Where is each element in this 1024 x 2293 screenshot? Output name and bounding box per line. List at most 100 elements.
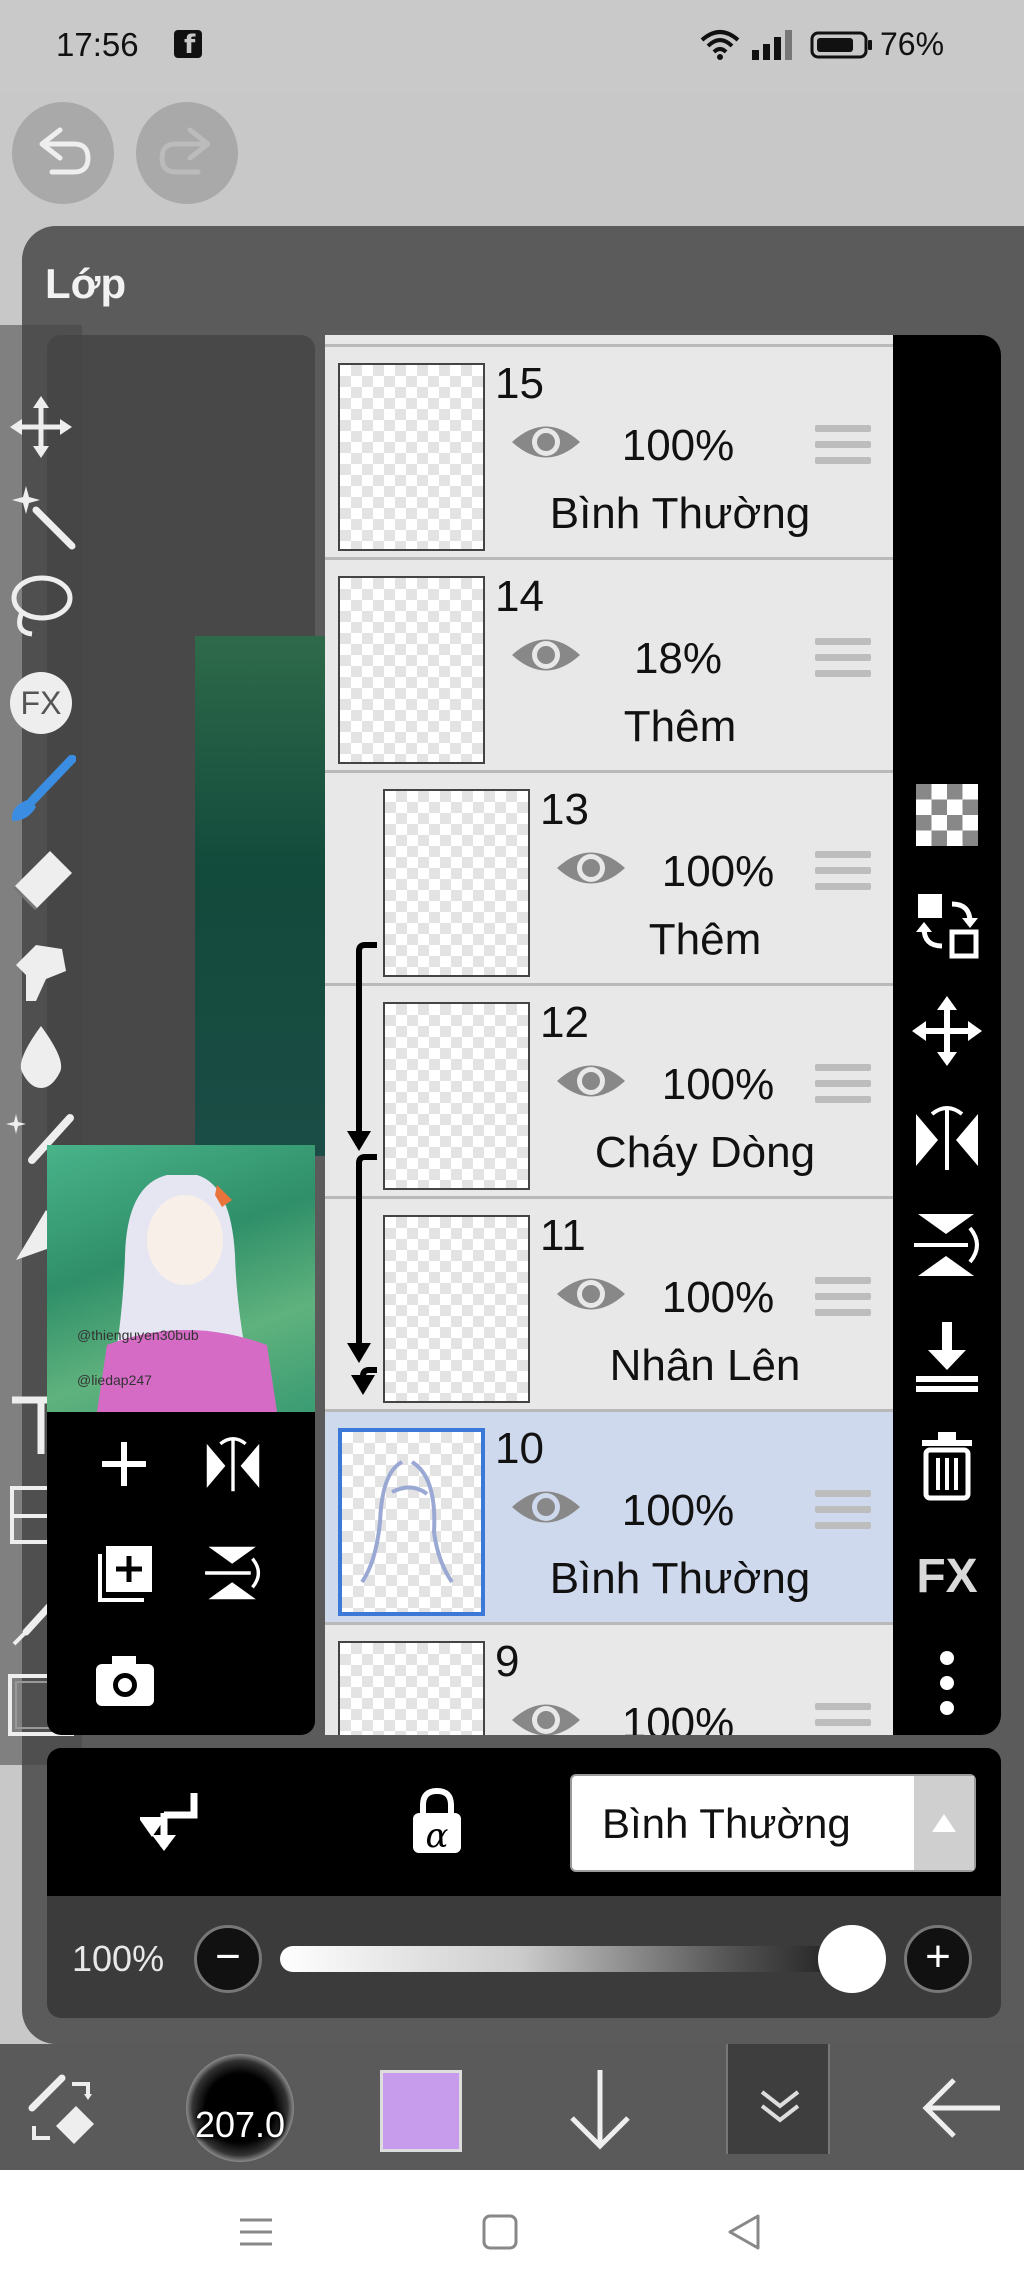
flip-vertical-icon[interactable] <box>908 1206 986 1284</box>
redo-button[interactable] <box>136 102 238 204</box>
layer-number: 10 <box>495 1424 544 1473</box>
drag-handle-icon[interactable] <box>815 425 871 465</box>
layer-number: 13 <box>540 785 589 834</box>
move-layer-icon[interactable] <box>908 992 986 1070</box>
visibility-eye-icon[interactable] <box>553 1056 629 1106</box>
layer-opacity: 100% <box>661 847 775 896</box>
layer-thumbnail <box>383 1002 530 1190</box>
drag-handle-icon[interactable] <box>815 851 871 891</box>
layer-row[interactable]: 14 18% Thêm <box>325 560 893 773</box>
visibility-eye-icon[interactable] <box>553 1269 629 1319</box>
undo-button[interactable] <box>12 102 114 204</box>
drag-handle-icon[interactable] <box>815 638 871 678</box>
layer-opacity: 100% <box>661 1060 775 1109</box>
layer-row[interactable]: 13 100% Thêm <box>325 773 893 986</box>
wifi-icon <box>700 28 740 60</box>
layer-row[interactable]: 9 100% <box>325 1625 893 1735</box>
smudge-tool-icon[interactable] <box>6 935 76 1005</box>
transparency-icon[interactable] <box>908 776 986 854</box>
back-icon[interactable] <box>724 2212 764 2252</box>
layer-fx-button[interactable]: FX <box>908 1536 986 1614</box>
blend-mode-value: Bình Thường <box>602 1800 851 1847</box>
triangle-up-icon <box>932 1814 956 1832</box>
home-icon[interactable] <box>480 2212 520 2252</box>
visibility-eye-icon[interactable] <box>508 1695 584 1735</box>
alpha-lock-button[interactable]: α <box>405 1785 469 1855</box>
opacity-decrease-button[interactable]: − <box>194 1925 262 1993</box>
flip-layer-button[interactable] <box>200 1432 266 1498</box>
add-layer-button[interactable] <box>92 1432 156 1496</box>
move-tool-icon[interactable] <box>6 392 76 462</box>
opacity-increase-button[interactable]: + <box>904 1925 972 1993</box>
opacity-slider[interactable] <box>280 1946 876 1972</box>
opacity-slider-handle[interactable] <box>818 1925 886 1993</box>
brush-size-value: 207.0 <box>194 2104 286 2145</box>
svg-text:@thienguyen30bub: @thienguyen30bub <box>77 1327 199 1343</box>
camera-icon <box>96 1656 154 1706</box>
collapse-button[interactable] <box>726 2044 830 2154</box>
layer-opacity: 100% <box>621 1699 735 1735</box>
more-icon[interactable] <box>908 1644 986 1722</box>
layer-blend-mode: Thêm <box>623 702 737 751</box>
layer-opacity: 18% <box>633 634 723 683</box>
battery-icon <box>810 31 874 59</box>
visibility-eye-icon[interactable] <box>553 843 629 893</box>
status-time: 17:56 <box>56 26 139 63</box>
layer-number: 9 <box>495 1637 520 1686</box>
layer-thumbnail <box>383 1215 530 1403</box>
layer-list[interactable]: 15 100% Bình Thường 14 18% Thêm 13 100% … <box>325 335 893 1735</box>
fx-tool-icon[interactable]: FX <box>6 668 76 738</box>
visibility-eye-icon[interactable] <box>508 1482 584 1532</box>
layer-row-selected[interactable]: 10 100% Bình Thường <box>325 1412 893 1625</box>
merge-down-icon[interactable] <box>908 1316 986 1394</box>
back-arrow-button[interactable] <box>916 2068 1006 2148</box>
layer-opacity: 100% <box>621 1486 735 1535</box>
arrow-down-icon <box>570 2070 630 2150</box>
magic-wand-icon[interactable] <box>6 480 76 550</box>
battery-percent: 76% <box>880 26 945 62</box>
svg-text:FX: FX <box>21 685 62 721</box>
lasso-icon[interactable] <box>6 570 76 640</box>
add-copy-icon <box>98 1546 152 1602</box>
visibility-eye-icon[interactable] <box>508 630 584 680</box>
duplicate-layer-button[interactable] <box>92 1540 158 1606</box>
layer-row[interactable]: 15 100% Bình Thường <box>325 347 893 560</box>
arrow-down-button[interactable] <box>560 2060 640 2160</box>
canvas-artwork <box>195 636 325 1156</box>
delete-icon[interactable] <box>908 1426 986 1504</box>
drag-handle-icon[interactable] <box>815 1703 871 1735</box>
swap-layer-icon[interactable] <box>908 886 986 964</box>
tool-switch-button[interactable] <box>22 2070 102 2150</box>
clipping-button[interactable] <box>140 1785 210 1855</box>
signal-icon <box>752 30 796 60</box>
flip-vertical-icon <box>205 1546 261 1600</box>
recent-apps-icon[interactable] <box>236 2212 276 2252</box>
flip-vertical-layer-button[interactable] <box>200 1540 266 1606</box>
layer-blend-mode: Bình Thường <box>549 489 811 538</box>
canvas-thumbnail[interactable]: @thienguyen30bub @liedap247 <box>47 1145 315 1412</box>
layer-row[interactable]: 12 100% Cháy Dòng <box>325 986 893 1199</box>
layer-opacity: 100% <box>661 1273 775 1322</box>
layer-row[interactable]: 11 100% Nhân Lên <box>325 1199 893 1412</box>
brush-tool-icon[interactable] <box>6 755 76 825</box>
layer-thumbnail <box>338 1428 485 1616</box>
eraser-tool-icon[interactable] <box>6 845 76 915</box>
color-swatch[interactable] <box>380 2070 462 2152</box>
layer-number: 14 <box>495 572 544 621</box>
svg-text:@liedap247: @liedap247 <box>77 1372 152 1388</box>
blur-tool-icon[interactable] <box>6 1020 76 1090</box>
visibility-eye-icon[interactable] <box>508 417 584 467</box>
layer-thumbnail <box>383 789 530 977</box>
blend-mode-dropdown-button[interactable] <box>914 1776 974 1870</box>
drag-handle-icon[interactable] <box>815 1064 871 1104</box>
facebook-icon: f <box>174 30 202 60</box>
drag-handle-icon[interactable] <box>815 1277 871 1317</box>
camera-button[interactable] <box>92 1650 158 1710</box>
flip-horizontal-icon[interactable] <box>908 1100 986 1178</box>
layer-opacity: 100% <box>621 421 735 470</box>
drag-handle-icon[interactable] <box>815 1490 871 1530</box>
redo-icon <box>159 127 211 175</box>
bottom-toolbar <box>0 2044 1024 2170</box>
layer-number: 11 <box>540 1211 586 1260</box>
layer-blend-mode: Thêm <box>648 915 762 964</box>
